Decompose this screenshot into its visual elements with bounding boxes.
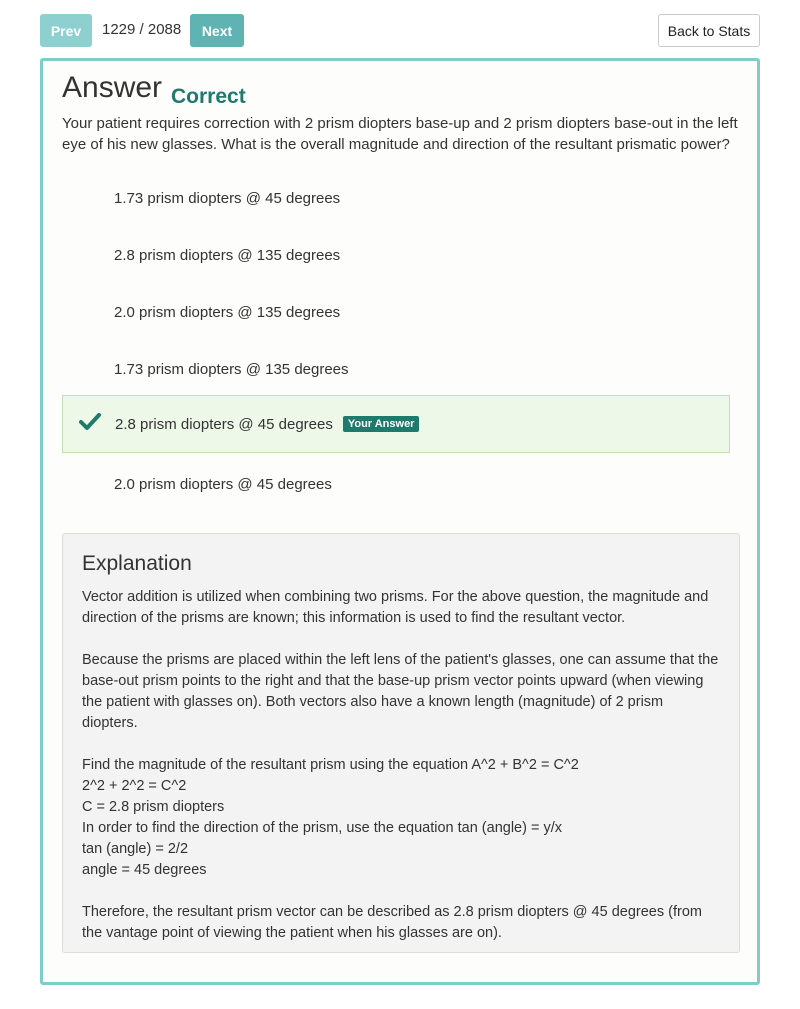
choice-4: 1.73 prism diopters @ 135 degrees bbox=[62, 340, 730, 398]
prev-button[interactable]: Prev bbox=[40, 14, 92, 47]
choice-text: 2.0 prism diopters @ 135 degrees bbox=[114, 303, 341, 321]
top-navigation: Prev 1229 / 2088 Next Back to Stats bbox=[40, 14, 760, 48]
choice-text: 2.0 prism diopters @ 45 degrees bbox=[114, 475, 332, 493]
equation-line: In order to find the direction of the pr… bbox=[82, 820, 562, 836]
equation-line: angle = 45 degrees bbox=[82, 862, 207, 878]
answer-card: Answer Correct Your patient requires cor… bbox=[40, 58, 760, 985]
your-answer-badge: Your Answer bbox=[342, 416, 420, 432]
equation-line: 2^2 + 2^2 = C^2 bbox=[82, 778, 187, 794]
explanation-title: Explanation bbox=[82, 552, 192, 575]
explanation-body: Vector addition is utilized when combini… bbox=[82, 587, 722, 965]
choice-3: 2.0 prism diopters @ 135 degrees bbox=[62, 283, 730, 341]
answer-heading: Answer bbox=[62, 71, 163, 104]
correct-status: Correct bbox=[171, 85, 246, 108]
choice-2: 2.8 prism diopters @ 135 degrees bbox=[62, 226, 730, 284]
equation-line: tan (angle) = 2/2 bbox=[82, 841, 189, 857]
checkmark-icon bbox=[79, 413, 101, 430]
choice-text: 2.8 prism diopters @ 45 degrees bbox=[115, 415, 333, 433]
explanation-panel: Explanation Vector addition is utilized … bbox=[62, 533, 740, 953]
explanation-paragraph: Vector addition is utilized when combini… bbox=[82, 589, 709, 626]
explanation-paragraph: Because the prisms are placed within the… bbox=[82, 652, 719, 731]
choice-text: 2.8 prism diopters @ 135 degrees bbox=[114, 246, 341, 264]
back-to-stats-button[interactable]: Back to Stats bbox=[658, 14, 760, 47]
next-button[interactable]: Next bbox=[190, 14, 244, 47]
question-counter: 1229 / 2088 bbox=[102, 21, 182, 38]
choice-5-selected: 2.8 prism diopters @ 45 degrees Your Ans… bbox=[62, 395, 730, 453]
choice-text: 1.73 prism diopters @ 135 degrees bbox=[114, 360, 349, 378]
choice-1: 1.73 prism diopters @ 45 degrees bbox=[62, 169, 730, 227]
equation-line: Find the magnitude of the resultant pris… bbox=[82, 757, 579, 773]
equation-line: C = 2.8 prism diopters bbox=[82, 799, 225, 815]
choice-text: 1.73 prism diopters @ 45 degrees bbox=[114, 189, 341, 207]
explanation-equations: Find the magnitude of the resultant pris… bbox=[82, 755, 722, 881]
choice-6: 2.0 prism diopters @ 45 degrees bbox=[62, 455, 730, 513]
question-text: Your patient requires correction with 2 … bbox=[62, 115, 738, 153]
explanation-paragraph: Therefore, the resultant prism vector ca… bbox=[82, 904, 702, 941]
